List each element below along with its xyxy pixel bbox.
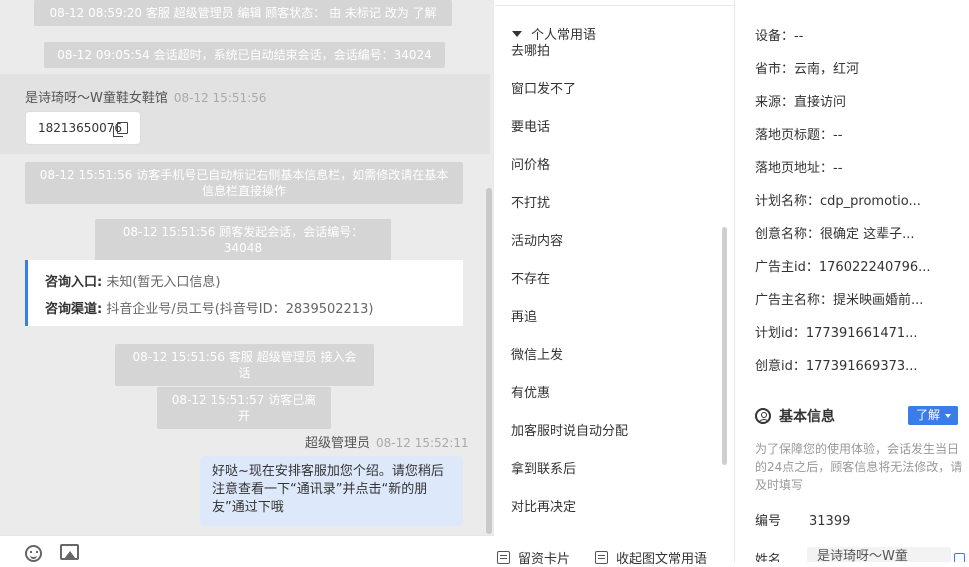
collapse-phrases-button[interactable]: 收起图文常用语 xyxy=(595,548,707,567)
status-dropdown-button[interactable]: 了解 xyxy=(908,406,958,425)
landing-title-row: 落地页标题：-- xyxy=(755,128,843,143)
chevron-down-icon xyxy=(945,414,951,418)
phrase-item[interactable]: 微信上发 xyxy=(511,344,563,363)
quick-phrases-panel: 个人常用语 去哪拍 窗口发不了 要电话 问价格 不打扰 活动内容 不存在 再追 … xyxy=(495,0,734,567)
consult-channel-row: 咨询渠道: 抖音企业号/员工号(抖音号ID：2839502213) xyxy=(45,302,374,317)
phrase-item[interactable]: 问价格 xyxy=(511,154,550,173)
system-message: 08-12 15:51:57 访客已离开 xyxy=(157,387,331,429)
advertiser-name-row: 广告主名称：提米映画婚前... xyxy=(755,293,924,308)
chat-panel: 08-12 08:59:20 客服 超级管理员 编辑 顾客状态： 由 未标记 改… xyxy=(0,0,494,535)
agent-time: 08-12 15:52:11 xyxy=(376,436,469,450)
emoji-icon[interactable] xyxy=(25,545,42,562)
phrase-item[interactable]: 活动内容 xyxy=(511,230,563,249)
phrase-item[interactable]: 拿到联系后 xyxy=(511,458,576,477)
landing-url-row: 落地页地址：-- xyxy=(755,161,843,176)
number-row: 编号 31399 xyxy=(755,514,851,529)
consult-entry-row: 咨询入口: 未知(暂无入口信息) xyxy=(45,275,221,290)
agent-message-meta: 超级管理员 08-12 15:52:11 xyxy=(305,432,469,451)
agent-name: 超级管理员 xyxy=(305,436,371,451)
advertiser-id-row: 广告主id：176022240796... xyxy=(755,260,931,275)
creative-name-row: 创意名称：很确定 这辈子... xyxy=(755,227,915,242)
system-message: 08-12 15:51:56 访客手机号已自动标记右侧基本信息栏，如需修改请在基… xyxy=(25,162,463,204)
visitor-message-meta: 是诗琦呀～W童鞋女鞋馆 08-12 15:51:56 xyxy=(25,87,266,106)
copy-icon[interactable] xyxy=(954,553,965,562)
system-message: 08-12 08:59:20 客服 超级管理员 编辑 顾客状态： 由 未标记 改… xyxy=(34,0,452,26)
consult-info-card: 咨询入口: 未知(暂无入口信息) 咨询渠道: 抖音企业号/员工号(抖音号ID：2… xyxy=(25,260,463,326)
phrase-item[interactable]: 窗口发不了 xyxy=(511,78,576,97)
creative-id-row: 创意id：177391669373... xyxy=(755,359,918,374)
system-message: 08-12 15:51:56 客服 超级管理员 接入会话 xyxy=(115,344,374,386)
image-icon[interactable] xyxy=(60,544,79,560)
card-icon xyxy=(497,551,510,564)
plan-name-row: 计划名称：cdp_promotio... xyxy=(755,194,921,209)
basic-info-header: 基本信息 xyxy=(755,406,835,426)
phrases-scrollbar[interactable] xyxy=(722,227,727,465)
phrase-item[interactable]: 有优惠 xyxy=(511,382,550,401)
phrase-item[interactable]: 加客服时说自动分配 xyxy=(511,420,628,439)
plan-id-row: 计划id：177391661471... xyxy=(755,326,918,341)
region-row: 省市：云南，红河 xyxy=(755,62,860,77)
phrase-item[interactable]: 对比再决定 xyxy=(511,496,576,515)
visitor-name: 是诗琦呀～W童鞋女鞋馆 xyxy=(25,91,168,106)
source-row: 来源：直接访问 xyxy=(755,95,847,110)
chat-input-toolbar xyxy=(0,535,494,563)
divider xyxy=(495,5,734,6)
phrase-item[interactable]: 不打扰 xyxy=(511,192,550,211)
visitor-details-panel: 设备：-- 省市：云南，红河 来源：直接访问 落地页标题：-- 落地页地址：--… xyxy=(735,0,969,562)
chat-scrollbar[interactable] xyxy=(486,188,492,534)
copy-icon[interactable] xyxy=(113,122,128,137)
visitor-phone: 18213650076 xyxy=(38,121,122,135)
user-icon xyxy=(755,408,771,424)
name-label: 姓名 xyxy=(755,553,782,562)
system-message: 08-12 15:51:56 顾客发起会话，会话编号：34048 xyxy=(95,219,391,261)
system-message: 08-12 09:05:54 会话超时，系统已自动结束会话，会话编号：34024 xyxy=(44,42,445,68)
caret-down-icon xyxy=(512,31,522,37)
phrase-item[interactable]: 去哪拍 xyxy=(511,40,550,59)
lead-card-button[interactable]: 留资卡片 xyxy=(497,548,570,567)
visitor-phone-bubble: 18213650076 xyxy=(25,111,141,145)
device-row: 设备：-- xyxy=(755,29,804,44)
phrase-item[interactable]: 要电话 xyxy=(511,116,550,135)
name-field[interactable]: 是诗琦呀～W童 xyxy=(807,547,951,562)
phrase-item[interactable]: 不存在 xyxy=(511,268,550,287)
agent-message-bubble: 好哒~现在安排客服加您个绍。请您稍后注意查看一下“通讯录”并点击“新的朋友”通过… xyxy=(200,456,463,526)
card-icon xyxy=(595,551,608,564)
basic-info-note: 为了保障您的使用体验，会话发生当日的24点之后，顾客信息将无法修改，请及时填写 xyxy=(755,442,963,492)
visitor-time: 08-12 15:51:56 xyxy=(173,91,267,105)
phrase-item[interactable]: 再追 xyxy=(511,306,537,325)
